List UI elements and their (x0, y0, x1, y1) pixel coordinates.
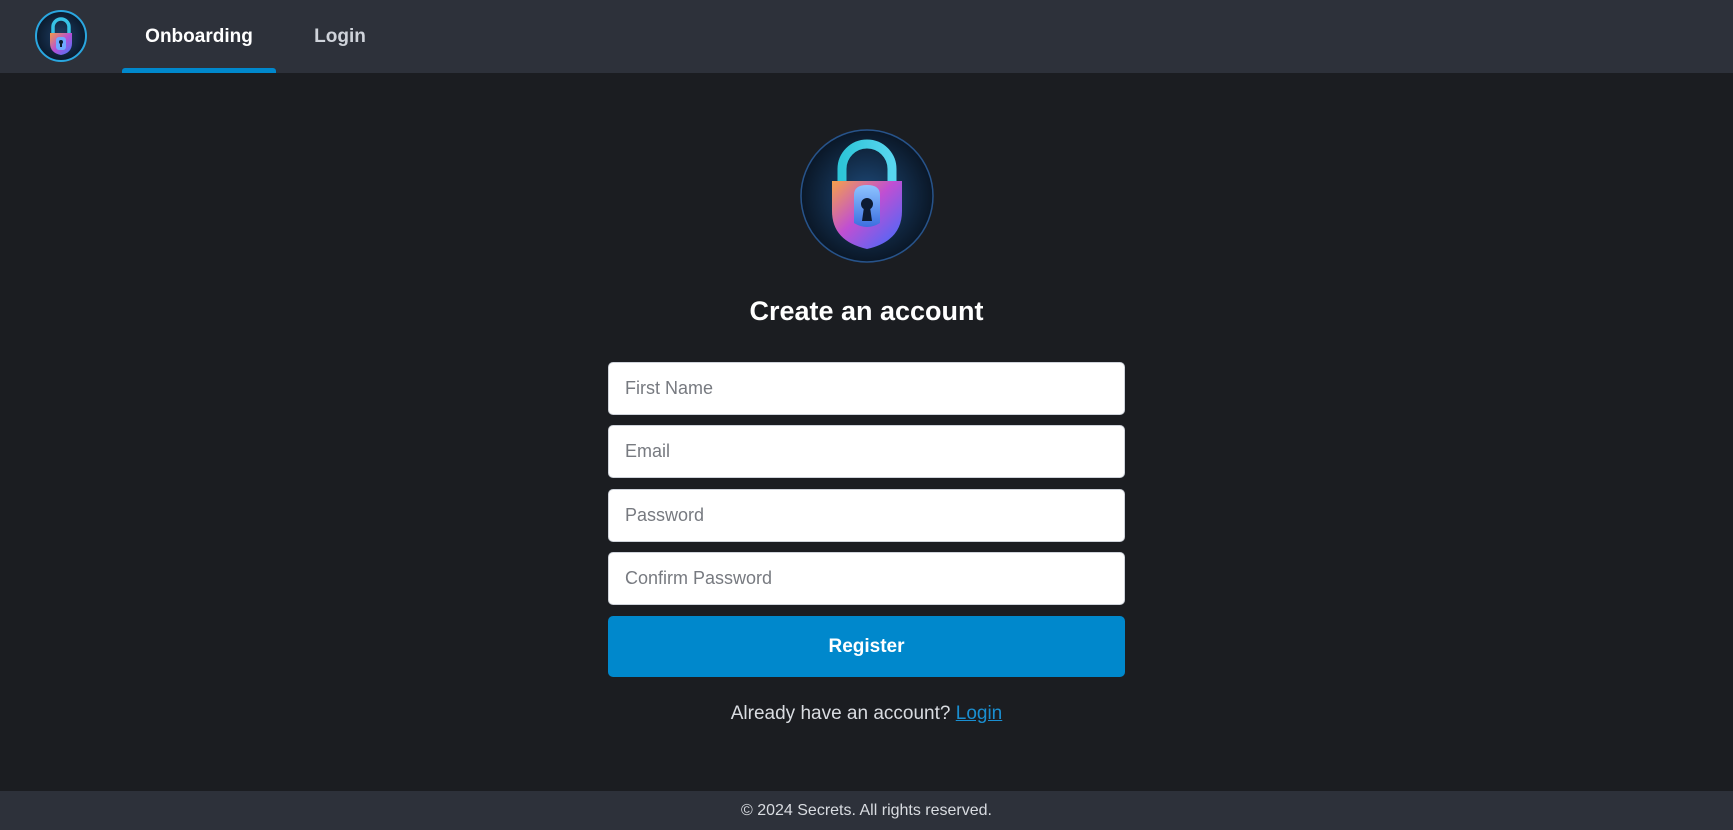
padlock-icon[interactable] (34, 9, 88, 63)
top-navbar: Onboarding Login (0, 0, 1733, 73)
first-name-field[interactable] (608, 362, 1125, 415)
password-field[interactable] (608, 489, 1125, 542)
already-have-account: Already have an account? Login (0, 703, 1733, 725)
confirm-password-field[interactable] (608, 552, 1125, 605)
tab-login[interactable]: Login (298, 0, 382, 73)
footer-text: © 2024 Secrets. All rights reserved. (740, 801, 992, 819)
register-button[interactable]: Register (608, 616, 1125, 677)
tab-onboarding[interactable]: Onboarding (122, 0, 276, 73)
tab-login-label: Login (314, 25, 366, 47)
tab-onboarding-label: Onboarding (145, 25, 253, 47)
already-text: Already have an account? (730, 703, 951, 724)
active-tab-indicator (122, 68, 276, 73)
padlock-icon (800, 129, 934, 263)
login-link[interactable]: Login (956, 703, 1003, 724)
page-title: Create an account (749, 296, 984, 326)
footer: © 2024 Secrets. All rights reserved. (0, 791, 1733, 830)
email-field[interactable] (608, 425, 1125, 478)
